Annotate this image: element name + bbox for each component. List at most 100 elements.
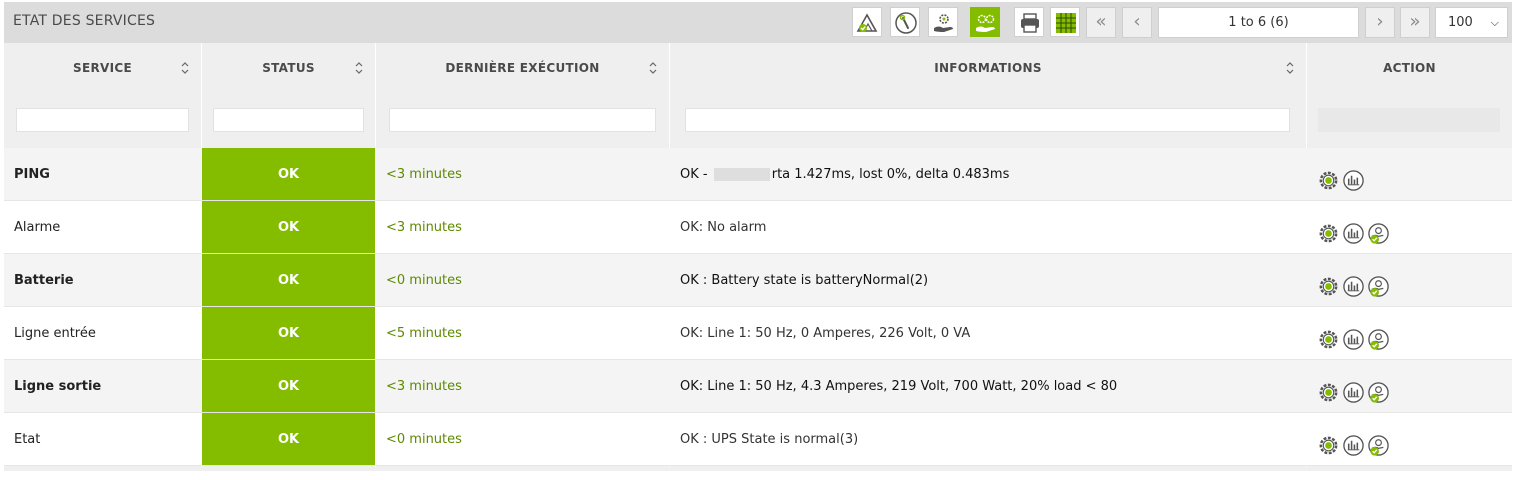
chevron-down-icon: ⌵ [1490,16,1499,29]
redacted-address [713,168,770,181]
first-page-button[interactable]: « [1086,7,1116,38]
chart-icon[interactable] [1342,215,1365,244]
table-row: Ligne entrée OK <5 minutes OK: Line 1: 50 H… [4,307,1512,360]
sort-icon [181,62,189,74]
gear-icon[interactable] [1317,215,1340,243]
column-header-action: ACTION [1307,43,1512,94]
wrench-circle-icon [895,12,917,34]
mountain-check-icon [856,13,878,32]
status-badge: OK [202,254,375,307]
grid-export-icon [1056,13,1076,33]
page-range-field[interactable]: 1 to 6 (6) [1158,7,1359,38]
export-button[interactable] [1050,7,1080,37]
status-badge: OK [202,307,375,360]
last-page-button[interactable]: » [1400,7,1430,38]
last-execution: <3 minutes [386,220,462,235]
services-panel: ETAT DES SERVICES « ‹ 1 to 6 (6) › » 100… [4,2,1512,471]
hand-gears-icon [976,14,995,32]
page-size-select[interactable]: 100 ⌵ [1435,7,1508,38]
execution-filter-input[interactable] [389,108,656,132]
hand-check-icon[interactable] [1367,215,1390,244]
chart-icon[interactable] [1342,162,1365,191]
info-text: OK: Line 1: 50 Hz, 0 Amperes, 226 Volt, … [680,326,971,341]
sort-icon [649,62,657,74]
service-information: OK: Line 1: 50 Hz, 0 Amperes, 226 Volt, … [680,307,970,360]
chart-icon[interactable] [1342,321,1365,350]
column-header-label: SERVICE [73,61,132,75]
info-prefix: OK - [680,167,712,182]
last-execution: <0 minutes [386,432,462,447]
gear-icon[interactable] [1317,427,1340,455]
printer-icon [1021,13,1039,33]
row-actions [1317,321,1392,350]
maintenance-button[interactable] [890,7,920,37]
reschedule-all-button[interactable] [970,7,1000,37]
column-header-label: ACTION [1383,61,1436,75]
reschedule-button[interactable] [928,7,958,37]
info-text: OK : UPS State is normal(3) [680,432,859,447]
hand-gear-icon [934,14,953,32]
chart-icon[interactable] [1342,268,1365,297]
status-badge: OK [202,201,375,254]
table-row: Etat OK <0 minutes OK : UPS State is normal… [4,413,1512,466]
acknowledge-button[interactable] [852,7,882,37]
column-header-label: DERNIÈRE EXÉCUTION [445,61,600,75]
info-text: OK : Battery state is batteryNormal(2) [680,273,929,288]
service-information: OK : Battery state is batteryNormal(2) [680,254,928,307]
chart-icon[interactable] [1342,374,1365,403]
gear-icon[interactable] [1317,321,1340,349]
column-header-status[interactable]: STATUS [202,43,375,94]
action-filter-placeholder [1318,108,1500,132]
gear-icon[interactable] [1317,162,1340,190]
gear-icon[interactable] [1317,374,1340,402]
service-name[interactable]: Ligne sortie [14,360,101,413]
status-badge: OK [202,360,375,413]
row-actions [1317,162,1367,191]
page-size-value: 100 [1448,15,1473,30]
last-execution: <3 minutes [386,379,462,394]
service-filter-input[interactable] [16,108,189,132]
sort-icon [1286,62,1294,74]
service-name[interactable]: PING [14,148,50,201]
prev-page-button[interactable]: ‹ [1122,7,1152,38]
column-header-informations[interactable]: INFORMATIONS [670,43,1306,94]
last-execution: <0 minutes [386,273,462,288]
row-actions [1317,374,1392,403]
row-actions [1317,427,1392,456]
service-name[interactable]: Etat [14,413,40,466]
next-page-button[interactable]: › [1365,7,1395,38]
sort-icon [355,62,363,74]
status-badge: OK [202,148,375,201]
info-text: OK: Line 1: 50 Hz, 4.3 Amperes, 219 Volt… [680,379,1118,394]
row-actions [1317,215,1392,244]
status-badge: OK [202,413,375,466]
hand-check-icon[interactable] [1367,427,1390,456]
service-information: OK: Line 1: 50 Hz, 4.3 Amperes, 219 Volt… [680,360,1117,413]
gear-icon[interactable] [1317,268,1340,296]
table-row: Batterie OK <0 minutes OK : Battery state i… [4,254,1512,307]
table-row: PING OK <3 minutes OK - rta 1.427ms, lost 0… [4,148,1512,201]
last-execution: <5 minutes [386,326,462,341]
panel-title: ETAT DES SERVICES [13,13,156,29]
status-filter-input[interactable] [213,108,364,132]
table-row: Ligne sortie OK <3 minutes OK: Line 1: 50 H… [4,360,1512,413]
row-divider [4,465,1512,466]
column-header-last-execution[interactable]: DERNIÈRE EXÉCUTION [376,43,669,94]
service-information: OK - rta 1.427ms, lost 0%, delta 0.483ms [680,148,1009,201]
column-header-label: INFORMATIONS [934,61,1042,75]
info-text: rta 1.427ms, lost 0%, delta 0.483ms [771,167,1010,182]
title-bar: ETAT DES SERVICES « ‹ 1 to 6 (6) › » 100… [4,2,1512,43]
row-actions [1317,268,1392,297]
column-header-label: STATUS [262,61,315,75]
informations-filter-input[interactable] [685,108,1290,132]
column-header-service[interactable]: SERVICE [4,43,201,94]
service-name[interactable]: Ligne entrée [14,307,96,360]
hand-check-icon[interactable] [1367,268,1390,297]
last-execution: <3 minutes [386,167,462,182]
service-name[interactable]: Alarme [14,201,60,254]
chart-icon[interactable] [1342,427,1365,456]
print-button[interactable] [1014,7,1044,37]
hand-check-icon[interactable] [1367,374,1390,403]
hand-check-icon[interactable] [1367,321,1390,350]
service-name[interactable]: Batterie [14,254,74,307]
